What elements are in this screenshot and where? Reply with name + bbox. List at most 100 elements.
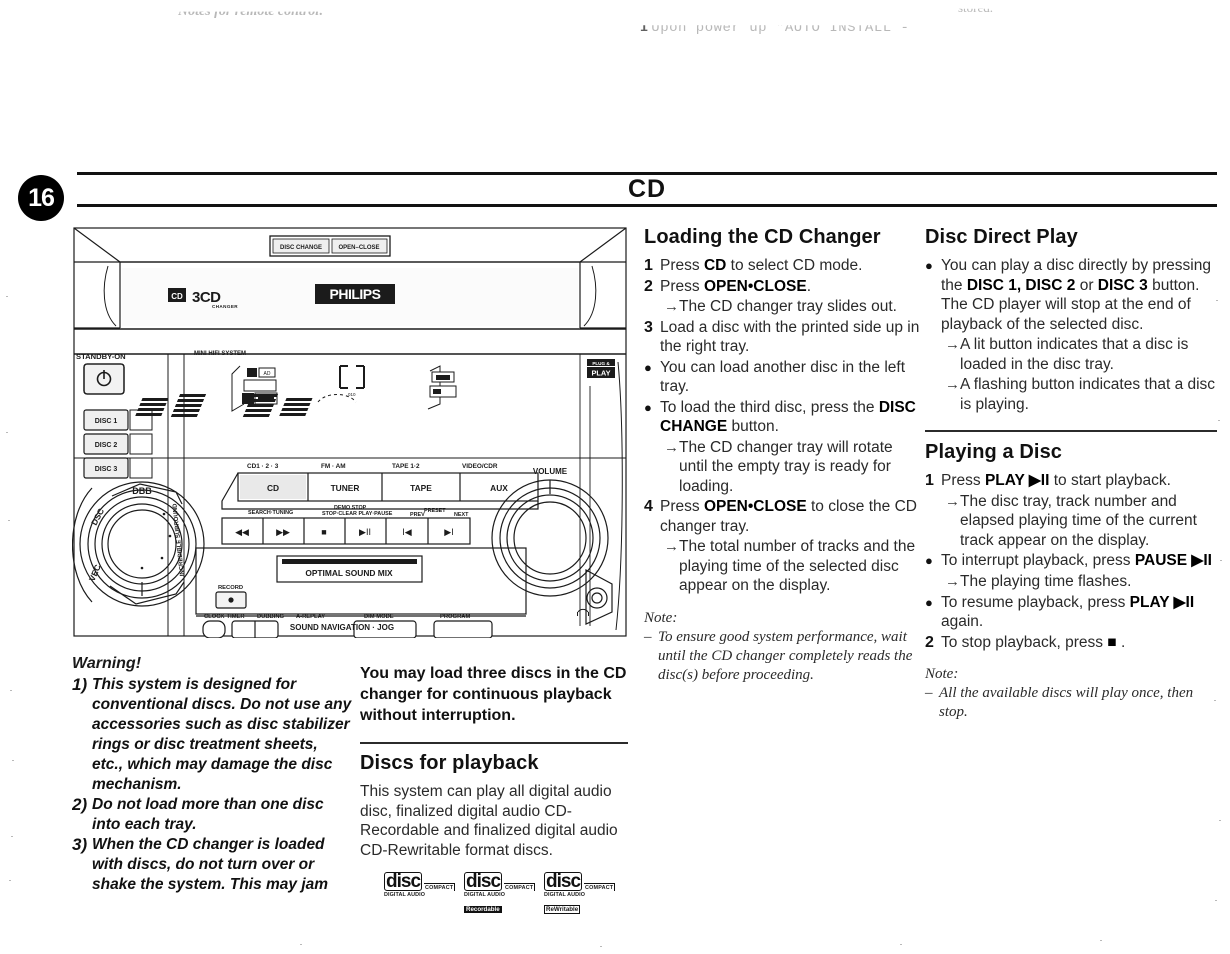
- instruction-marker: ●: [925, 594, 933, 610]
- instruction-row: 2 To stop playback, press ■ .: [925, 633, 1217, 653]
- model-text: MINI HIFI SYSTEM: [194, 351, 246, 357]
- scan-speckle: [6, 296, 8, 297]
- preset-label: PRESET: [424, 508, 446, 514]
- cd-logo-disc-text: disc: [544, 871, 583, 892]
- bleed-left-text: Notes for remote control:: [178, 4, 324, 19]
- instruction-row: ● You can play a disc directly by pressin…: [925, 256, 1217, 334]
- scan-speckle: [12, 760, 14, 761]
- cd-format-logo: disc COMPACT DIGITAL AUDIO Recordable: [464, 872, 536, 916]
- instruction-row: ● You can load another disc in the left t…: [644, 358, 924, 397]
- source-label-tape: TAPE 1·2: [392, 463, 420, 470]
- instruction-row: → The total number of tracks and the play…: [664, 537, 924, 596]
- scan-speckle: [8, 520, 10, 521]
- plug-and-play-label-top: PLUG &: [592, 361, 610, 366]
- forward-button-glyph: ▶▶: [276, 527, 290, 537]
- warning-items: 1) This system is designed for convention…: [72, 675, 352, 915]
- source-label-video: VIDEO/CDR: [462, 463, 498, 470]
- cd-format-logo: disc COMPACT DIGITAL AUDIO: [384, 871, 456, 916]
- instruction-text: Load a disc with the printed side up in …: [660, 318, 920, 356]
- bleed-center-body: Upon power up "AUTO INSTALL -: [651, 20, 910, 36]
- direct-play-heading: Disc Direct Play: [925, 226, 1078, 248]
- instruction-row: 2 Press OPEN•CLOSE.: [644, 277, 924, 297]
- instruction-marker: 1: [644, 257, 653, 274]
- instruction-text: The CD changer tray will rotate until th…: [679, 438, 893, 495]
- instruction-marker: ●: [644, 359, 652, 375]
- instruction-text: You can play a disc directly by pressing…: [941, 257, 1211, 333]
- cd-logo-format-tag: ReWritable: [544, 905, 581, 914]
- svg-text:010: 010: [348, 392, 356, 397]
- scan-speckle: [1218, 420, 1220, 421]
- disc-2-button-label: DISC 2: [95, 442, 118, 449]
- note-label: Note:: [925, 666, 959, 682]
- note-dash: –: [644, 628, 652, 645]
- cd-logo-format-tag: Recordable: [464, 906, 502, 913]
- loading-note-block: Note: – To ensure good system performance…: [644, 609, 924, 685]
- scan-speckle: [10, 690, 12, 691]
- playing-note-items: – All the available discs will play once,…: [925, 684, 1217, 722]
- svg-text:AD: AD: [264, 371, 271, 377]
- standby-on-label: STANDBY-ON: [76, 352, 126, 361]
- page-title: CD: [627, 175, 667, 203]
- instruction-row: 3 Load a disc with the printed side up in…: [644, 318, 924, 357]
- plug-and-play-label-bottom: PLAY: [591, 369, 610, 378]
- disc-1-button-label: DISC 1: [95, 418, 118, 425]
- headphone-icon: [577, 568, 613, 625]
- cd-logo-digital-audio-text: DIGITAL AUDIO: [384, 892, 426, 898]
- header-rule-bottom: [77, 204, 1217, 207]
- instruction-marker: 2: [925, 633, 934, 651]
- warning-item-number: 2): [72, 795, 88, 814]
- discs-for-playback-body: This system can play all digital audio d…: [360, 783, 618, 859]
- cd-logo-compact-text: COMPACT: [504, 883, 536, 891]
- page-number-badge: 16: [18, 175, 64, 221]
- svg-text:CHANGER: CHANGER: [212, 304, 238, 309]
- warning-item-text: When the CD changer is loaded with discs…: [92, 836, 329, 893]
- source-label-fm-am: FM · AM: [321, 463, 346, 470]
- source-button-cd: CD: [267, 483, 279, 493]
- note-item: – To ensure good system performance, wait…: [644, 628, 924, 685]
- instruction-marker: 1: [925, 472, 934, 489]
- instruction-text: To interrupt playback, press PAUSE ▶II: [941, 552, 1212, 569]
- stop-clear-play-pause-label: STOP·CLEAR PLAY·PAUSE: [322, 511, 393, 517]
- warning-item: 2) Do not load more than one disc into ea…: [72, 795, 352, 835]
- instruction-text: To resume playback, press PLAY ▶II again…: [941, 593, 1195, 631]
- dbb-knob-label: DBB: [132, 486, 152, 496]
- warning-item-text: This system is designed for conventional…: [92, 676, 352, 793]
- instruction-row: 4 Press OPEN•CLOSE to close the CD change…: [644, 497, 924, 536]
- scan-speckle: [1216, 300, 1218, 301]
- instruction-text: Press CD to select CD mode.: [660, 257, 863, 274]
- bleed-center-text: 1 Upon power up "AUTO INSTALL -: [640, 20, 910, 36]
- warning-section: Warning! 1) This system is designed for c…: [72, 655, 352, 915]
- philips-brand: PHILIPS: [330, 286, 381, 302]
- cd-format-logo: disc COMPACT DIGITAL AUDIO ReWritable: [544, 871, 616, 916]
- optimal-sound-mix-label: OPTIMAL SOUND MIX: [305, 568, 393, 578]
- instruction-text: Press OPEN•CLOSE to close the CD changer…: [660, 498, 917, 535]
- scan-speckle: [1214, 700, 1216, 701]
- prev-label: PREV: [410, 512, 425, 518]
- scan-speckle: [900, 944, 902, 945]
- source-button-aux: AUX: [490, 483, 508, 493]
- svg-text:CD: CD: [171, 292, 183, 301]
- stop-button-glyph: ■: [321, 527, 326, 537]
- instruction-marker: ●: [925, 553, 933, 568]
- record-label: RECORD: [218, 585, 243, 591]
- scan-speckle: [1100, 940, 1102, 941]
- note-label: Note:: [644, 609, 678, 626]
- cd-logo-compact-text: COMPACT: [584, 883, 616, 891]
- loading-note-items: – To ensure good system performance, wait…: [644, 628, 924, 685]
- instruction-marker: →: [945, 376, 960, 393]
- warning-item: 1) This system is designed for convention…: [72, 675, 352, 795]
- playing-note-block: Note: – All the available discs will play…: [925, 665, 1217, 722]
- next-label: NEXT: [454, 512, 469, 518]
- instruction-marker: →: [945, 573, 960, 590]
- scan-speckle: [600, 946, 602, 947]
- instruction-row: → The disc tray, track number and elapsed…: [945, 492, 1217, 551]
- load-three-discs-lead: You may load three discs in the CD chang…: [360, 665, 627, 724]
- cd-logo-disc-text: disc: [384, 871, 423, 892]
- instruction-marker: →: [664, 538, 679, 555]
- product-illustration: DISC CHANGE OPEN–CLOSE CD 3CD CHANGER PH…: [72, 226, 628, 638]
- instruction-text: The playing time flashes.: [960, 573, 1132, 590]
- source-button-tuner: TUNER: [331, 483, 360, 493]
- cd-logo-digital-audio-text: DIGITAL AUDIO: [464, 892, 506, 898]
- instruction-row: → The CD changer tray slides out.: [664, 297, 924, 317]
- note-item: – All the available discs will play once,…: [925, 684, 1217, 722]
